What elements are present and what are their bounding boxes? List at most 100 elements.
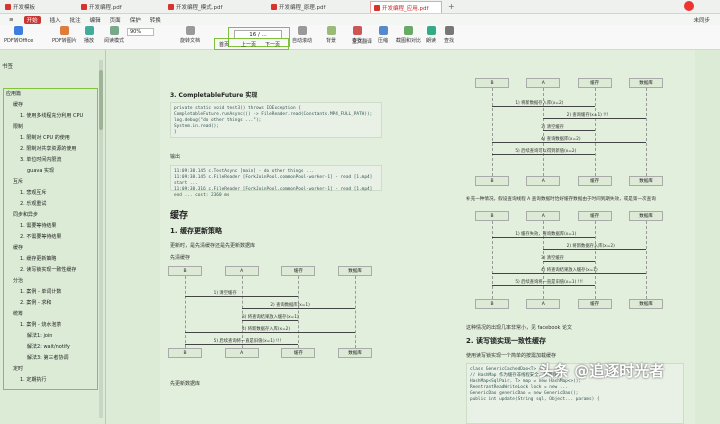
message-arrow <box>492 142 646 143</box>
menu-protect[interactable]: 保护 <box>130 16 141 24</box>
pdf-icon <box>5 4 11 10</box>
app-logo-icon <box>684 1 694 11</box>
outline-item[interactable]: 2. 限制对共享资源的使用 <box>20 145 76 152</box>
code-block-2: 11:09:38.145 c.TestAsync [main] - do oth… <box>170 165 382 198</box>
outline-item[interactable]: 定时 <box>13 365 23 372</box>
outline-item[interactable]: 1. 案例 - 单词计数 <box>20 288 61 295</box>
outline-item[interactable]: 3. 单位时间内限流 <box>20 156 61 163</box>
sidebar-scroll-thumb[interactable] <box>99 70 103 130</box>
outline-item[interactable]: 1. 限制对 CPU 的使用 <box>20 134 70 141</box>
message-label: 2) 将新数据存入库(x=2) <box>566 244 615 249</box>
outline-item[interactable]: 解法2: wait/notify <box>27 343 70 350</box>
message-arrow <box>543 130 595 131</box>
outline-item[interactable]: 1. 悲观互斥 <box>20 189 46 196</box>
outline-item[interactable]: 解法3: 第三者协调 <box>27 354 68 361</box>
translate-button[interactable]: 全文翻译 <box>352 38 372 45</box>
outline-item[interactable]: 分治 <box>13 277 23 284</box>
menu-bar: ≡ 开始 插入 批注 编辑 页面 保护 转换 未同步 <box>0 14 720 25</box>
page-nav-highlight: 首页 上一页 下一页 <box>214 38 289 50</box>
background-icon <box>326 26 336 35</box>
message-arrow <box>543 261 595 262</box>
outline-item[interactable]: 统筹 <box>13 310 23 317</box>
lifeline <box>492 88 493 176</box>
message-arrow <box>492 237 595 238</box>
heading-completablefuture: 3. CompletableFuture 实现 <box>170 92 258 99</box>
message-arrow <box>185 332 355 333</box>
outline-item[interactable]: guava 实现 <box>27 167 54 174</box>
message-label: 1) 将新数据存入库(x=2) <box>515 101 564 106</box>
sync-status[interactable]: 未同步 <box>693 16 710 24</box>
menu-start[interactable]: 开始 <box>23 15 41 24</box>
tab-2[interactable]: 开发编程_模式.pdf <box>165 1 225 13</box>
next-page-button[interactable]: 下一页 <box>265 41 280 48</box>
lifeline <box>298 276 300 348</box>
outline-item[interactable]: 缓存 <box>13 244 23 251</box>
outline-item[interactable]: 1. 使用多线程充分利用 CPU <box>20 112 83 119</box>
actor-box: 数据库 <box>338 348 372 358</box>
actor-box: A <box>224 266 259 276</box>
read-mode-button[interactable]: 阅读模式 <box>104 26 124 44</box>
outline-item[interactable]: 1. 案例 - 烧水泡茶 <box>20 321 61 328</box>
read-aloud-button[interactable]: 朗读 <box>426 26 436 44</box>
tab-0[interactable]: 开发模板 <box>2 1 38 13</box>
prev-page-button[interactable]: 上一页 <box>241 41 256 48</box>
scroll-icon <box>297 26 307 35</box>
heading-cache: 缓存 <box>170 211 189 221</box>
pdf-to-image-button[interactable]: PDF转图片 <box>52 26 77 44</box>
outline-item[interactable]: 缓存 <box>13 101 23 108</box>
auto-scroll-button[interactable]: 自动滚动 <box>292 26 312 44</box>
actor-box: A <box>224 348 259 358</box>
pdf-to-office-button[interactable]: PDF转Office <box>4 26 33 44</box>
message-label: 4) 将查询结果放入缓存(x=1) <box>541 268 598 273</box>
sidebar-title: 书签 <box>2 64 14 70</box>
actor-box: 缓存 <box>281 348 316 358</box>
menu-convert[interactable]: 转换 <box>150 16 161 24</box>
actor-box: 缓存 <box>577 176 612 186</box>
menu-edit[interactable]: 编辑 <box>90 16 101 24</box>
compress-button[interactable]: 压缩 <box>378 26 388 44</box>
message-label: 1) 缓存失效，查询数据库(x=1) <box>515 232 577 237</box>
actor-box: 缓存 <box>281 266 316 276</box>
outline-item[interactable]: 同步和异步 <box>13 211 38 218</box>
message-arrow <box>492 106 595 107</box>
search-icon <box>444 26 454 35</box>
message-arrow <box>185 344 299 345</box>
play-button[interactable]: 播放 <box>84 26 94 44</box>
compress-icon <box>378 26 388 35</box>
zoom-select[interactable]: 90% <box>127 28 154 36</box>
menu-annotate[interactable]: 批注 <box>70 16 81 24</box>
outline-item[interactable]: 1. 缓存更新策略 <box>20 255 56 262</box>
screenshot-compare-button[interactable]: 截图和对比 <box>396 26 421 44</box>
outline-item[interactable]: 解法1: join <box>27 332 52 339</box>
outline-item[interactable]: 2. 案例 - 求和 <box>20 299 51 306</box>
tab-4-active[interactable]: 开发编程_应用.pdf <box>370 1 442 13</box>
outline-item[interactable]: 限制 <box>13 123 23 130</box>
search-button[interactable]: 查找 <box>444 26 454 44</box>
outline-item[interactable]: 1. 需要等待结果 <box>20 222 56 229</box>
screenshot-icon <box>404 26 413 35</box>
toolbar: PDF转Office PDF转图片 播放 阅读模式 90% 旋转文档 自动滚动 … <box>0 25 720 50</box>
add-tab-icon[interactable]: + <box>448 2 455 11</box>
actor-box: B <box>475 299 509 309</box>
message-label: 3) 清空缓存 <box>541 256 564 261</box>
message-label: 3) 清空缓存 <box>541 125 564 130</box>
outline-item[interactable]: 2. 不需要等待结果 <box>20 233 61 240</box>
menu-hamburger-icon[interactable]: ≡ <box>9 17 14 23</box>
menu-page[interactable]: 页面 <box>110 16 121 24</box>
lifeline <box>492 221 493 299</box>
outline-item[interactable]: 2. 读写锁实现一致性缓存 <box>20 266 76 273</box>
play-icon <box>84 26 94 35</box>
message-arrow <box>185 296 299 297</box>
tab-3[interactable]: 开发编程_原理.pdf <box>268 1 328 13</box>
tab-1[interactable]: 开发编程.pdf <box>78 1 125 13</box>
actor-box: 数据库 <box>629 211 663 221</box>
background-button[interactable]: 背景 <box>326 26 336 44</box>
outline-item[interactable]: 2. 乐观重试 <box>20 200 46 207</box>
outline-item[interactable]: 互斥 <box>13 178 23 185</box>
menu-insert[interactable]: 插入 <box>50 16 61 24</box>
outline-item[interactable]: 1. 定期执行 <box>20 376 46 383</box>
outline-item[interactable]: 应用篇 <box>6 90 21 97</box>
rotate-button[interactable]: 旋转文档 <box>180 26 200 44</box>
first-page-button[interactable]: 首页 <box>219 41 229 48</box>
code-block-1: private static void test3() throws IOExc… <box>170 102 382 138</box>
